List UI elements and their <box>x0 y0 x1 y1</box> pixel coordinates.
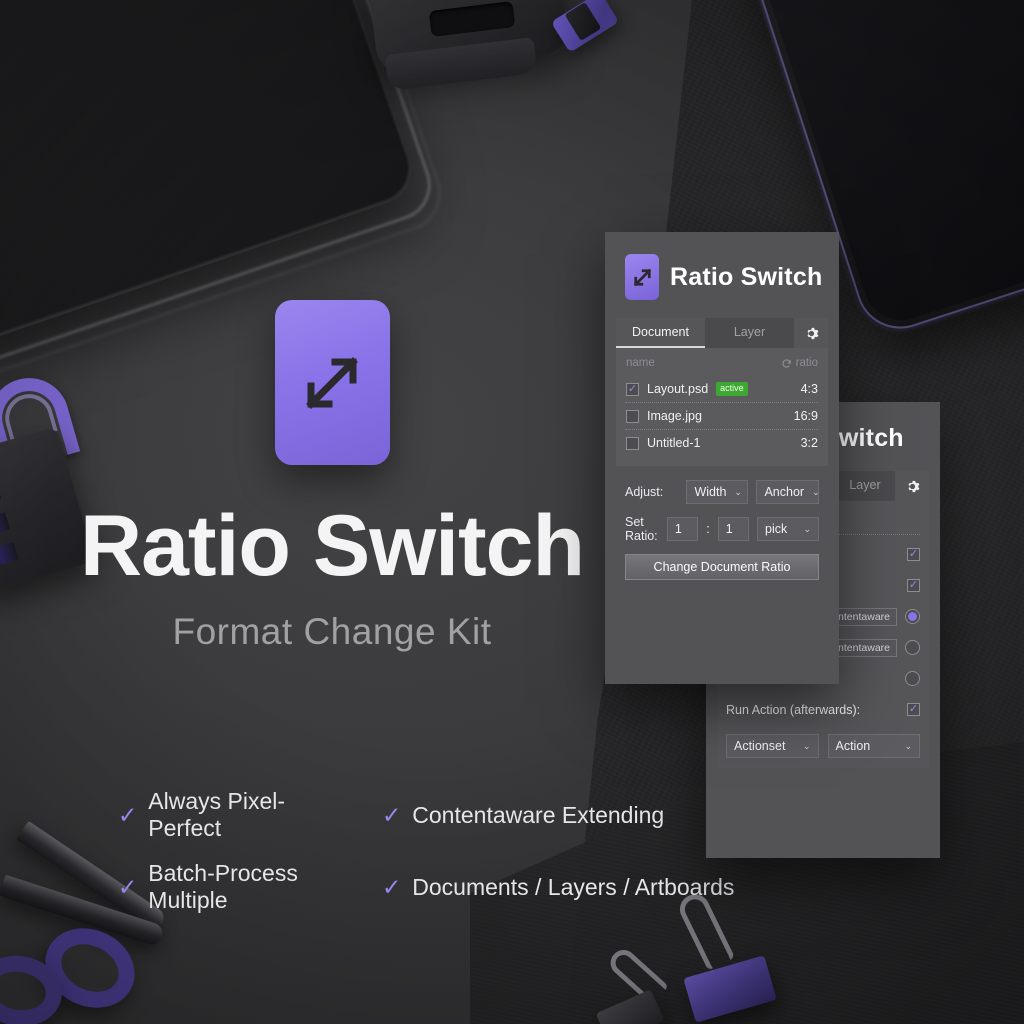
refresh-icon <box>781 358 792 369</box>
checkbox-row-1[interactable]: ✓ <box>907 579 920 592</box>
chevron-down-icon: ⌄ <box>812 487 820 498</box>
tab-layer[interactable]: Layer <box>705 318 794 348</box>
row-name: Untitled-1 <box>647 436 701 450</box>
action-value: Action <box>836 739 871 753</box>
set-ratio-label: Set Ratio: <box>625 515 659 543</box>
feature-item-2: ✓ Batch-Process Multiple <box>118 860 354 914</box>
ratio-controls: Adjust: Width ⌄ Anchor ⌄ Set Ratio: 1 : … <box>616 466 828 590</box>
radio-row-fill[interactable] <box>905 640 920 655</box>
feature-item-1: ✓ Contentaware Extending <box>382 788 734 842</box>
diagonal-resize-arrow-icon <box>625 254 659 300</box>
chevron-down-icon: ⌄ <box>803 524 811 535</box>
table-row[interactable]: Image.jpg 16:9 <box>625 403 819 430</box>
feature-label: Always Pixel-Perfect <box>148 788 354 842</box>
panel-body: Document Layer name ratio <box>605 318 839 602</box>
row-name: Layout.psd <box>647 382 708 396</box>
refresh-control[interactable]: ratio <box>781 357 818 369</box>
row-ratio: 4:3 <box>801 382 818 396</box>
gear-icon[interactable] <box>794 318 828 348</box>
page-title: Ratio Switch <box>0 503 664 589</box>
tab-layer[interactable]: Layer <box>835 471 895 501</box>
pick-dropdown[interactable]: pick ⌄ <box>757 517 819 541</box>
column-header-ratio: ratio <box>796 357 818 369</box>
feature-label: Documents / Layers / Artboards <box>412 874 734 901</box>
action-dropdown[interactable]: Action ⌄ <box>828 734 921 758</box>
chevron-down-icon: ⌄ <box>904 741 912 752</box>
diagonal-resize-arrow-icon <box>275 300 390 465</box>
radio-row-color[interactable] <box>905 671 920 686</box>
checkbox-run-action[interactable]: ✓ <box>907 703 920 716</box>
adjust-value: Width <box>694 485 726 499</box>
anchor-value: Anchor <box>764 485 804 499</box>
panel-header: Ratio Switch <box>605 232 839 318</box>
actionset-value: Actionset <box>734 739 785 753</box>
adjust-label: Adjust: <box>625 485 678 499</box>
ratio-height-input[interactable]: 1 <box>718 517 749 541</box>
actionset-dropdown[interactable]: Actionset ⌄ <box>726 734 819 758</box>
panel-tabs: Document Layer <box>616 318 828 348</box>
feature-item-3: ✓ Documents / Layers / Artboards <box>382 860 734 914</box>
radio-row-2[interactable] <box>905 609 920 624</box>
check-icon: ✓ <box>118 876 137 899</box>
row-checkbox[interactable] <box>626 437 639 450</box>
row-ratio: 3:2 <box>801 436 818 450</box>
hero-section: Ratio Switch Format Change Kit <box>0 300 664 653</box>
row-name: Image.jpg <box>647 409 702 423</box>
table-row[interactable]: Untitled-1 3:2 <box>625 430 819 456</box>
ratio-width-input[interactable]: 1 <box>667 517 698 541</box>
feature-item-0: ✓ Always Pixel-Perfect <box>118 788 354 842</box>
adjust-dropdown[interactable]: Width ⌄ <box>686 480 748 504</box>
row-ratio: 16:9 <box>794 409 818 423</box>
pick-value: pick <box>765 522 787 536</box>
run-action-label: Run Action (afterwards): <box>726 703 860 717</box>
feature-list: ✓ Always Pixel-Perfect ✓ Contentaware Ex… <box>118 788 734 914</box>
table-row[interactable]: ✓ Layout.psd active 4:3 <box>625 376 819 403</box>
gear-icon[interactable] <box>895 471 929 501</box>
panel-title: Ratio Switch <box>670 263 822 292</box>
anchor-dropdown[interactable]: Anchor ⌄ <box>756 480 819 504</box>
change-document-ratio-button[interactable]: Change Document Ratio <box>625 554 819 580</box>
set-ratio-row: Set Ratio: 1 : 1 pick ⌄ <box>625 515 819 543</box>
document-list: name ratio ✓ Layout.psd active 4:3 I <box>616 348 828 466</box>
chevron-down-icon: ⌄ <box>803 741 811 752</box>
column-header-name: name <box>626 357 655 369</box>
checkbox-row-0[interactable]: ✓ <box>907 548 920 561</box>
chevron-down-icon: ⌄ <box>734 487 742 498</box>
row-checkbox[interactable] <box>626 410 639 423</box>
page-subtitle: Format Change Kit <box>0 611 664 653</box>
check-icon: ✓ <box>118 804 137 827</box>
check-icon: ✓ <box>382 804 401 827</box>
ratio-switch-panel[interactable]: Ratio Switch Document Layer name ratio <box>605 232 839 684</box>
action-selectors: Actionset ⌄ Action ⌄ <box>726 734 920 758</box>
adjust-row: Adjust: Width ⌄ Anchor ⌄ <box>625 480 819 504</box>
document-list-header: name ratio <box>625 354 819 376</box>
check-icon: ✓ <box>382 876 401 899</box>
status-badge: active <box>716 382 748 396</box>
ratio-separator: : <box>706 522 709 536</box>
feature-label: Batch-Process Multiple <box>148 860 354 914</box>
row-checkbox[interactable]: ✓ <box>626 383 639 396</box>
settings-row-run-action[interactable]: Run Action (afterwards): ✓ <box>726 694 920 725</box>
tab-document[interactable]: Document <box>616 318 705 348</box>
feature-label: Contentaware Extending <box>412 802 664 829</box>
